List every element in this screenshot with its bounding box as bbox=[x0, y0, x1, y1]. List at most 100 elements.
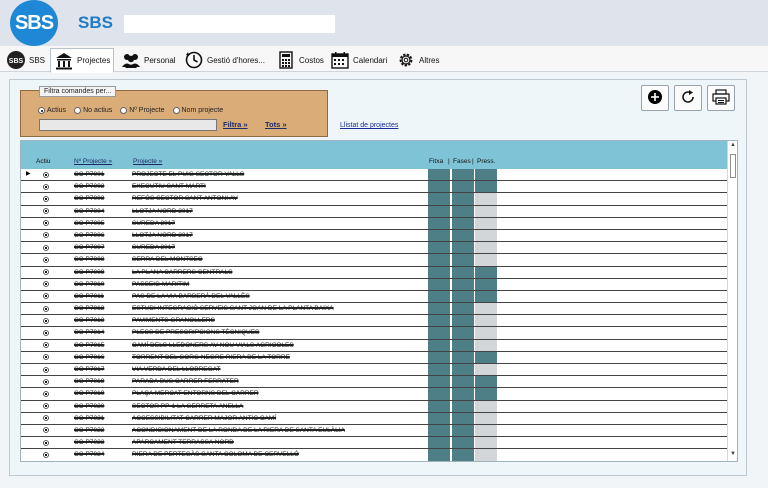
row-fitxa-cell[interactable] bbox=[428, 193, 450, 205]
row-fases-cell[interactable] bbox=[452, 424, 474, 437]
row-fases-cell[interactable] bbox=[452, 339, 474, 351]
row-press-cell[interactable] bbox=[475, 217, 497, 229]
table-row[interactable]: CC-P7012 ESTUDI INTEGRACIÓ SERVEIS SANT J… bbox=[21, 303, 727, 316]
row-active-radio[interactable] bbox=[43, 269, 49, 275]
row-fitxa-cell[interactable] bbox=[428, 400, 450, 412]
row-project-number[interactable]: CC-P7004 bbox=[74, 208, 104, 215]
table-row[interactable]: CC-P7008 SERRA DEL MONTSEC bbox=[21, 254, 727, 267]
row-fases-cell[interactable] bbox=[452, 290, 474, 303]
row-active-radio[interactable] bbox=[43, 171, 49, 178]
row-fitxa-cell[interactable] bbox=[428, 412, 450, 424]
row-project-number[interactable]: CC-P7019 bbox=[74, 390, 104, 397]
table-row[interactable]: CC-P7019 PLAÇA MERCAT ENTORNS DEL CARRER bbox=[21, 388, 727, 401]
row-fitxa-cell[interactable] bbox=[428, 242, 450, 254]
table-row[interactable]: ▶ CC-P7001 PROJECTE EL PUIG SECTOR VALLS bbox=[21, 169, 727, 182]
row-fitxa-cell[interactable] bbox=[428, 339, 450, 351]
row-active-radio[interactable] bbox=[43, 415, 49, 422]
row-project-name[interactable]: CAMÍ DELS LLEDONERS AV NOU VIALS AGRICOL… bbox=[132, 342, 294, 349]
table-row[interactable]: CC-P7002 EXECUTIU SANT MARTI bbox=[21, 181, 727, 194]
row-project-number[interactable]: CC-P7016 bbox=[74, 354, 104, 361]
row-project-name[interactable]: ACCESSIBILITAT CARRER MAJOR ANTIC CAMÍ bbox=[132, 415, 276, 422]
radio-indicator[interactable] bbox=[74, 107, 82, 114]
row-project-number[interactable]: CC-P7007 bbox=[74, 244, 104, 251]
tab-sbs[interactable]: SBS SBS bbox=[2, 48, 49, 72]
row-press-cell[interactable] bbox=[475, 315, 497, 327]
row-fases-cell[interactable] bbox=[452, 412, 474, 424]
table-row[interactable]: CC-P7017 VIA VERDA DEL LLOBREGAT bbox=[21, 364, 727, 377]
col-num-projecte[interactable]: Nº Projecte » bbox=[74, 158, 112, 165]
row-press-cell[interactable] bbox=[475, 229, 497, 242]
row-project-name[interactable]: REFÓS SECTOR SANT ANTONI AV bbox=[132, 195, 238, 202]
row-fases-cell[interactable] bbox=[452, 351, 474, 363]
row-project-number[interactable]: CC-P7024 bbox=[74, 451, 104, 458]
row-fitxa-cell[interactable] bbox=[428, 449, 450, 461]
row-project-number[interactable]: CC-P7014 bbox=[74, 329, 104, 336]
radio-indicator[interactable] bbox=[172, 107, 180, 114]
row-fitxa-cell[interactable] bbox=[428, 351, 450, 363]
table-row[interactable]: CC-P7005 SUREDA 2017 bbox=[21, 217, 727, 230]
row-project-name[interactable]: ACONDICIONAMENT DE LA RONDA DE LA RIERA … bbox=[132, 427, 345, 434]
row-project-name[interactable]: PAVIMENTS GRANOLLERS bbox=[132, 317, 215, 324]
row-active-radio[interactable] bbox=[43, 439, 49, 446]
row-fitxa-cell[interactable] bbox=[428, 205, 450, 217]
row-project-number[interactable]: CC-P7022 bbox=[74, 427, 104, 434]
row-fases-cell[interactable] bbox=[452, 364, 474, 376]
radio-num-projecte[interactable]: Nº Projecte bbox=[120, 107, 165, 114]
row-project-number[interactable]: CC-P7023 bbox=[74, 439, 104, 446]
row-fases-cell[interactable] bbox=[452, 327, 474, 339]
row-press-cell[interactable] bbox=[475, 424, 497, 437]
filtra-link[interactable]: Filtra » bbox=[223, 120, 248, 129]
row-press-cell[interactable] bbox=[475, 193, 497, 205]
row-fases-cell[interactable] bbox=[452, 303, 474, 315]
row-fitxa-cell[interactable] bbox=[428, 254, 450, 266]
row-active-radio[interactable] bbox=[43, 342, 49, 349]
row-fases-cell[interactable] bbox=[452, 205, 474, 217]
row-fitxa-cell[interactable] bbox=[428, 290, 450, 303]
row-active-radio[interactable] bbox=[43, 208, 49, 214]
row-active-radio[interactable] bbox=[43, 195, 49, 202]
print-button[interactable] bbox=[707, 85, 735, 111]
scroll-down-icon[interactable]: ▼ bbox=[730, 451, 736, 457]
row-press-cell[interactable] bbox=[475, 437, 497, 449]
table-row[interactable]: CC-P7009 LA PLANA CARRERS CENTRALS bbox=[21, 266, 727, 279]
row-project-number[interactable]: CC-P7018 bbox=[74, 378, 104, 385]
row-project-name[interactable]: PLAÇA MERCAT ENTORNS DEL CARRER bbox=[132, 390, 259, 397]
row-press-cell[interactable] bbox=[475, 242, 497, 254]
table-row[interactable]: CC-P7016 TORRENT DEL GORG NEGRE RIERA DE … bbox=[21, 351, 727, 364]
row-active-radio[interactable] bbox=[43, 403, 49, 409]
row-fitxa-cell[interactable] bbox=[428, 169, 450, 181]
row-project-name[interactable]: SERRA DEL MONTSEC bbox=[132, 256, 203, 263]
row-project-number[interactable]: CC-P7008 bbox=[74, 256, 104, 263]
row-fitxa-cell[interactable] bbox=[428, 266, 450, 278]
row-project-name[interactable]: LA PLANA CARRERS CENTRALS bbox=[132, 269, 232, 276]
row-active-radio[interactable] bbox=[43, 183, 49, 190]
table-row[interactable]: CC-P7022 ACONDICIONAMENT DE LA RONDA DE L… bbox=[21, 424, 727, 438]
row-active-radio[interactable] bbox=[43, 293, 49, 300]
row-project-name[interactable]: PLECS DE PRESCRIPCIONS TÈCNIQUES bbox=[132, 329, 259, 336]
row-project-number[interactable]: CC-P7017 bbox=[74, 366, 104, 373]
row-press-cell[interactable] bbox=[475, 351, 497, 363]
tab-costos[interactable]: Costos bbox=[272, 48, 328, 72]
table-row[interactable]: CC-P7015 CAMÍ DELS LLEDONERS AV NOU VIALS… bbox=[21, 339, 727, 352]
row-fitxa-cell[interactable] bbox=[428, 315, 450, 327]
radio-nom-projecte[interactable]: Nom projecte bbox=[172, 107, 223, 114]
row-fitxa-cell[interactable] bbox=[428, 229, 450, 242]
row-active-radio[interactable] bbox=[43, 330, 49, 336]
row-fitxa-cell[interactable] bbox=[428, 364, 450, 376]
table-row[interactable]: CC-P7003 REFÓS SECTOR SANT ANTONI AV bbox=[21, 193, 727, 206]
row-press-cell[interactable] bbox=[475, 290, 497, 303]
row-fitxa-cell[interactable] bbox=[428, 388, 450, 400]
row-press-cell[interactable] bbox=[475, 339, 497, 351]
table-row[interactable]: CC-P7013 PAVIMENTS GRANOLLERS bbox=[21, 315, 727, 328]
row-project-number[interactable]: CC-P7003 bbox=[74, 195, 104, 202]
table-row[interactable]: CC-P7023 APARCAMENT TERRASSA NORD bbox=[21, 437, 727, 450]
tab-projectes[interactable]: Projectes bbox=[50, 48, 115, 73]
row-active-radio[interactable] bbox=[43, 427, 49, 434]
row-project-number[interactable]: CC-P7002 bbox=[74, 183, 104, 190]
row-active-radio[interactable] bbox=[43, 244, 49, 251]
table-row[interactable]: CC-P7007 SUREDA 2017 bbox=[21, 242, 727, 255]
row-press-cell[interactable] bbox=[475, 449, 497, 461]
row-press-cell[interactable] bbox=[475, 278, 497, 290]
row-fases-cell[interactable] bbox=[452, 400, 474, 412]
row-fases-cell[interactable] bbox=[452, 449, 474, 461]
